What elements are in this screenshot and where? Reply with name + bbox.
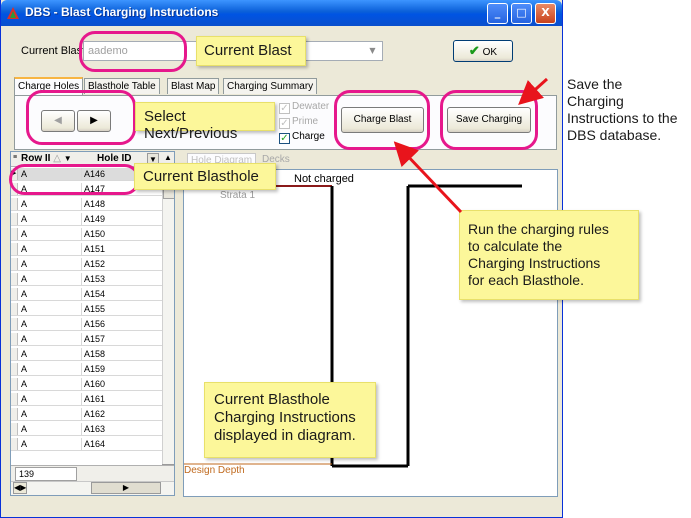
arrow-to-save-charging	[518, 77, 549, 106]
screenshot-stage: DBS - Blast Charging Instructions _ □ X …	[0, 0, 691, 518]
arrow-to-charge-blast	[393, 141, 463, 214]
annotation-arrows	[393, 77, 549, 214]
